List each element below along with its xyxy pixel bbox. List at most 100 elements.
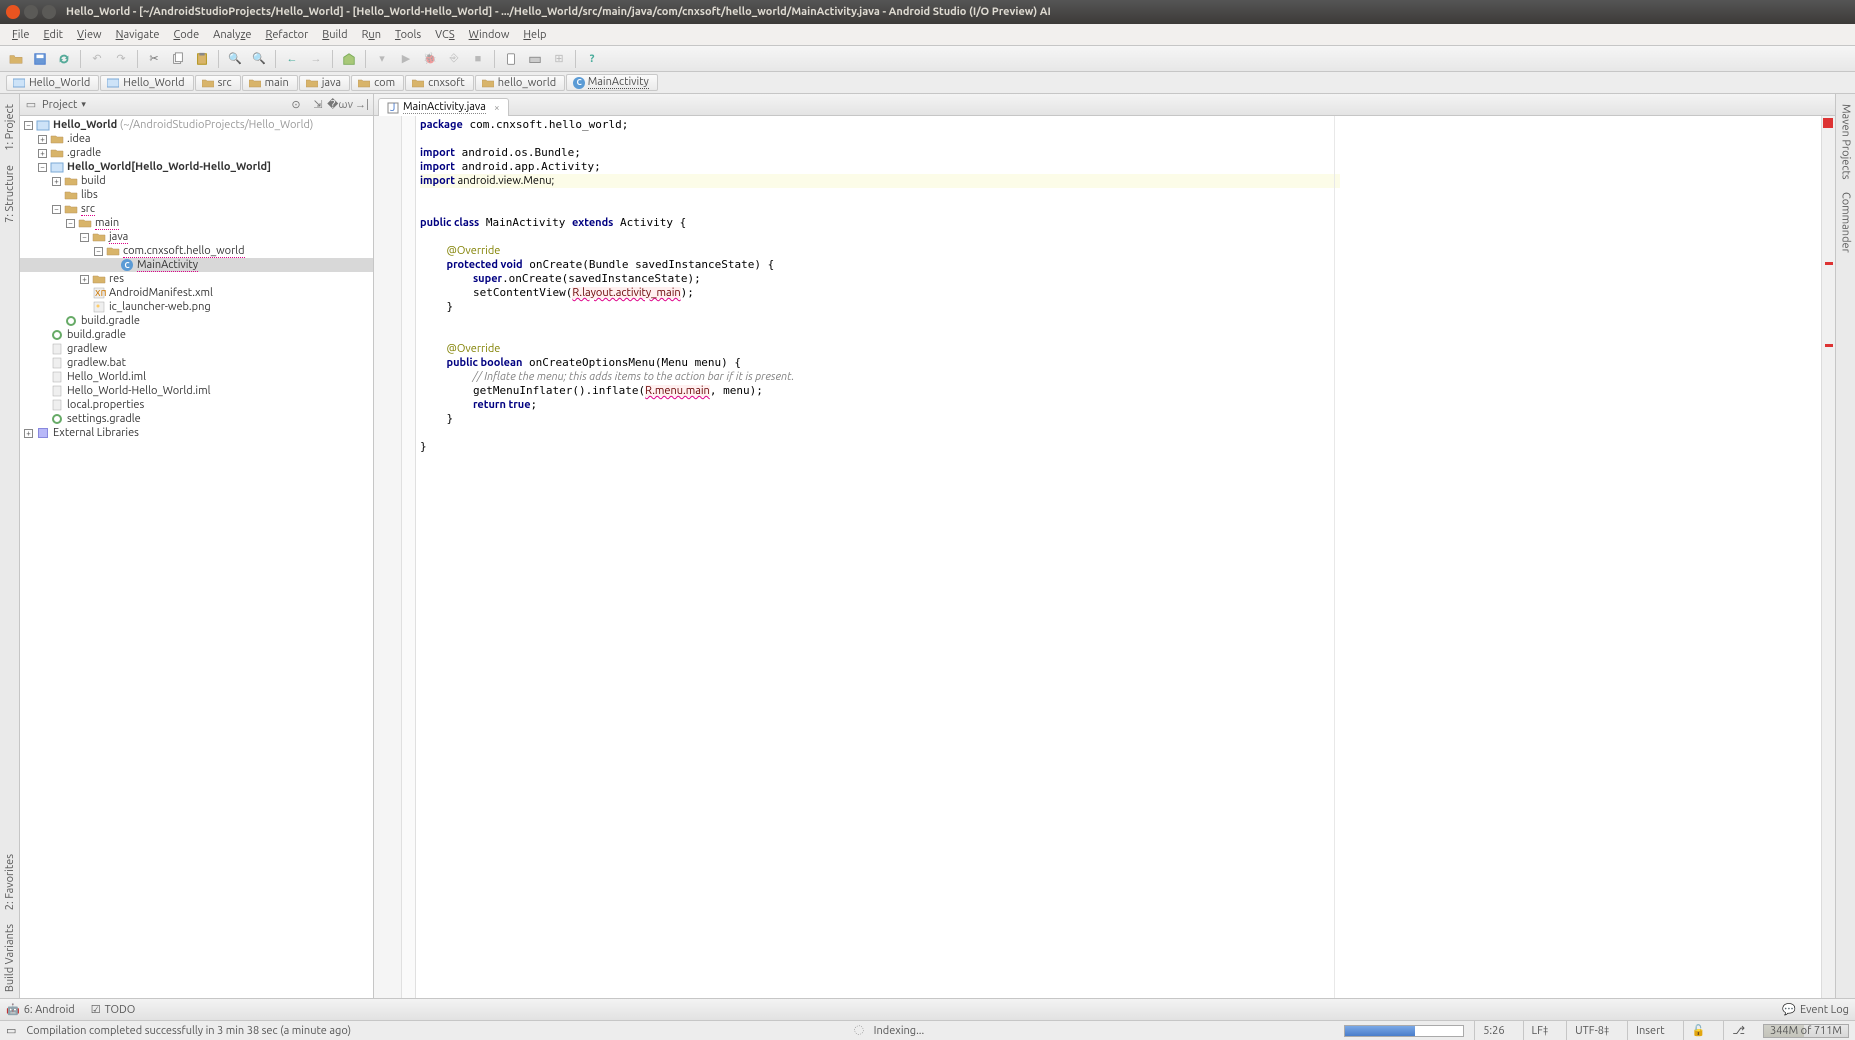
menu-window[interactable]: Window (463, 27, 516, 43)
memory-indicator[interactable]: 344M of 711M (1763, 1024, 1849, 1038)
file-encoding[interactable]: UTF-8 ‡ (1566, 1021, 1617, 1040)
menu-vcs[interactable]: VCS (429, 27, 461, 43)
menu-edit[interactable]: Edit (37, 27, 69, 43)
rail-maven[interactable]: Maven Projects (1840, 98, 1852, 186)
hide-icon[interactable]: →| (355, 98, 369, 112)
tree-row[interactable]: −main (20, 216, 373, 230)
maximize-window-button[interactable] (42, 5, 56, 19)
bottom-event-log[interactable]: 💬 Event Log (1782, 1003, 1849, 1016)
tree-row[interactable]: libs (20, 188, 373, 202)
error-marker[interactable] (1825, 262, 1833, 265)
code-editor[interactable]: package com.cnxsoft.hello_world; import … (416, 116, 1821, 998)
menu-file[interactable]: File (6, 27, 35, 43)
editor-gutter[interactable] (374, 116, 402, 998)
breadcrumb-item[interactable]: Hello_World (100, 75, 193, 91)
tree-row[interactable]: build.gradle (20, 314, 373, 328)
tree-row[interactable]: +.gradle (20, 146, 373, 160)
scroll-to-icon[interactable]: ⊙ (289, 98, 303, 112)
rail-favorites[interactable]: 2: Favorites (4, 848, 16, 916)
tree-row[interactable]: −java (20, 230, 373, 244)
menu-code[interactable]: Code (167, 27, 205, 43)
editor-tab-mainactivity[interactable]: J MainActivity.java × (378, 98, 509, 116)
make-icon[interactable] (339, 49, 359, 69)
bottom-android[interactable]: 🤖 6: Android (6, 1003, 75, 1016)
line-separator[interactable]: LF ‡ (1523, 1021, 1557, 1040)
rail-structure[interactable]: 7: Structure (4, 159, 16, 229)
redo-icon[interactable]: ↷ (111, 49, 131, 69)
find-icon[interactable]: 🔍 (225, 49, 245, 69)
ddms-icon[interactable]: ⊞ (549, 49, 569, 69)
close-tab-icon[interactable]: × (494, 102, 500, 113)
tree-row[interactable]: Hello_World.iml (20, 370, 373, 384)
insert-mode[interactable]: Insert (1627, 1021, 1672, 1040)
cut-icon[interactable]: ✂ (144, 49, 164, 69)
collapse-icon[interactable]: ⇲ (311, 98, 325, 112)
copy-icon[interactable] (168, 49, 188, 69)
tree-row[interactable]: local.properties (20, 398, 373, 412)
minimize-window-button[interactable] (24, 5, 38, 19)
rail-project[interactable]: 1: Project (4, 98, 16, 157)
editor-fold-gutter[interactable] (402, 116, 416, 998)
error-marker[interactable] (1825, 344, 1833, 347)
tree-row[interactable]: −com.cnxsoft.hello_world (20, 244, 373, 258)
error-indicator-icon[interactable] (1823, 118, 1833, 128)
tree-row[interactable]: xmlAndroidManifest.xml (20, 286, 373, 300)
undo-icon[interactable]: ↶ (87, 49, 107, 69)
menu-analyze[interactable]: Analyze (207, 27, 257, 43)
open-icon[interactable] (6, 49, 26, 69)
close-window-button[interactable] (6, 5, 20, 19)
back-icon[interactable]: ← (282, 49, 302, 69)
menu-navigate[interactable]: Navigate (110, 27, 166, 43)
tree-row[interactable]: −src (20, 202, 373, 216)
breadcrumb-item[interactable]: hello_world (475, 75, 565, 91)
rail-build-variants[interactable]: Build Variants (4, 918, 16, 998)
breadcrumb-item[interactable]: java (299, 75, 350, 91)
sync-icon[interactable] (54, 49, 74, 69)
menu-view[interactable]: View (71, 27, 108, 43)
menu-help[interactable]: Help (517, 27, 552, 43)
breadcrumb-item[interactable]: main (242, 75, 298, 91)
rail-commander[interactable]: Commander (1840, 186, 1852, 259)
tree-row[interactable]: +res (20, 272, 373, 286)
run-config-icon[interactable]: ▾ (372, 49, 392, 69)
lock-icon[interactable]: 🔓 (1683, 1021, 1714, 1040)
git-icon[interactable]: ⎇ (1723, 1021, 1753, 1040)
tree-row[interactable]: ic_launcher-web.png (20, 300, 373, 314)
run-icon[interactable]: ▶ (396, 49, 416, 69)
tree-row[interactable]: −Hello_World [Hello_World-Hello_World] (20, 160, 373, 174)
breadcrumb-item[interactable]: Hello_World (6, 75, 99, 91)
help-icon[interactable]: ? (582, 49, 602, 69)
breadcrumb-item[interactable]: C MainActivity (566, 74, 658, 91)
project-tree[interactable]: − Hello_World (~/AndroidStudioProjects/H… (20, 116, 373, 998)
tree-row[interactable]: gradlew (20, 342, 373, 356)
tree-row[interactable]: +build (20, 174, 373, 188)
gear-icon[interactable]: �ων (333, 98, 347, 112)
tree-row[interactable]: +External Libraries (20, 426, 373, 440)
breadcrumb-item[interactable]: cnxsoft (405, 75, 474, 91)
sdk-icon[interactable] (525, 49, 545, 69)
breadcrumb-item[interactable]: com (351, 75, 404, 91)
forward-icon[interactable]: → (306, 49, 326, 69)
menu-run[interactable]: Run (356, 27, 387, 43)
breadcrumb-item[interactable]: src (195, 75, 241, 91)
tree-row[interactable]: Hello_World-Hello_World.iml (20, 384, 373, 398)
tree-row[interactable]: settings.gradle (20, 412, 373, 426)
menu-refactor[interactable]: Refactor (260, 27, 315, 43)
tree-row[interactable]: +.idea (20, 132, 373, 146)
replace-icon[interactable]: 🔍 (249, 49, 269, 69)
tree-row[interactable]: build.gradle (20, 328, 373, 342)
bottom-todo[interactable]: ☑ TODO (91, 1003, 136, 1016)
save-icon[interactable] (30, 49, 50, 69)
avd-icon[interactable] (501, 49, 521, 69)
paste-icon[interactable] (192, 49, 212, 69)
project-panel-title[interactable]: Project (42, 99, 77, 111)
menu-build[interactable]: Build (316, 27, 353, 43)
editor-error-stripe[interactable] (1821, 116, 1835, 998)
caret-position[interactable]: 5:26 (1474, 1021, 1512, 1040)
status-toggle-icon[interactable]: ▭ (6, 1024, 16, 1037)
tree-root[interactable]: − Hello_World (~/AndroidStudioProjects/H… (20, 118, 373, 132)
attach-icon[interactable]: ⎆ (444, 49, 464, 69)
tree-row[interactable]: CMainActivity (20, 258, 373, 272)
menu-tools[interactable]: Tools (389, 27, 427, 43)
debug-icon[interactable]: 🐞 (420, 49, 440, 69)
